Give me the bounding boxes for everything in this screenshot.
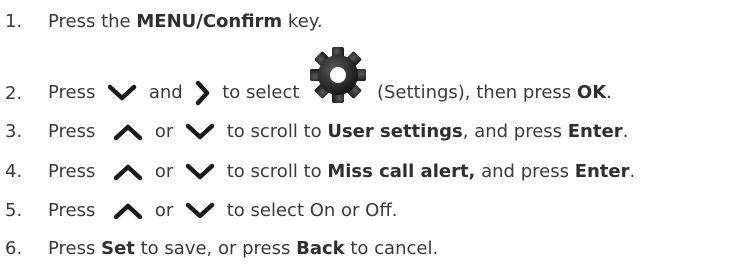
text-run: (Settings), then press — [376, 82, 577, 103]
text-run: to scroll to — [226, 160, 328, 182]
text-run: and press — [475, 160, 575, 182]
text-run: , and press — [462, 120, 568, 142]
text-run: or — [154, 120, 174, 142]
text-run: to select — [222, 82, 300, 103]
text-run: to cancel. — [344, 237, 439, 259]
enter-key-label: Enter — [574, 160, 630, 182]
step-text: Press the MENU/Confirm key. — [48, 11, 323, 32]
user-settings-label: User settings — [327, 120, 463, 142]
text-run: to save, or press — [134, 237, 297, 259]
chevron-up-icon — [113, 162, 143, 182]
step-number: 3. — [5, 120, 23, 142]
step-2: 2. Press and to select (Settings), then … — [0, 47, 730, 110]
step-1: 1. Press the MENU/Confirm key. — [0, 4, 730, 38]
step-text: Press Set to save, or press Back to canc… — [48, 238, 438, 259]
step-text: Press or to select On or Off. — [48, 200, 397, 221]
text-run: . — [606, 82, 612, 103]
step-number: 5. — [5, 199, 23, 221]
text-run: key. — [282, 10, 323, 32]
back-key-label: Back — [296, 237, 345, 259]
chevron-up-icon — [113, 201, 143, 221]
step-text: Press and to select (Settings), then pre… — [48, 47, 612, 110]
menu-confirm-key-label: MENU/Confirm — [136, 10, 283, 32]
step-4: 4. Press or to scroll to Miss call alert… — [0, 154, 730, 188]
miss-call-alert-label: Miss call alert, — [327, 160, 476, 182]
text-run: Press — [48, 82, 96, 103]
set-key-label: Set — [101, 237, 135, 259]
text-run: . — [622, 120, 629, 142]
step-text: Press or to scroll to Miss call alert, a… — [48, 161, 635, 182]
text-run: Press — [48, 237, 102, 259]
step-number: 2. — [5, 82, 23, 104]
step-number: 6. — [5, 237, 23, 259]
text-run: Press the — [48, 10, 137, 32]
chevron-down-icon — [185, 201, 215, 221]
text-run: . — [629, 160, 636, 182]
text-run: Press — [48, 199, 96, 221]
ok-key-label: OK — [576, 82, 607, 103]
chevron-down-icon — [107, 83, 137, 103]
step-text: Press or to scroll to User settings, and… — [48, 121, 628, 142]
text-run: or — [154, 160, 174, 182]
text-run: to select On or Off. — [226, 199, 398, 221]
chevron-right-icon — [194, 80, 210, 106]
chevron-up-icon — [113, 122, 143, 142]
text-run: or — [154, 199, 174, 221]
chevron-down-icon — [185, 162, 215, 182]
text-run: to scroll to — [226, 120, 328, 142]
step-number: 1. — [5, 10, 23, 32]
settings-gear-icon — [305, 47, 371, 110]
enter-key-label: Enter — [567, 120, 623, 142]
text-run: and — [148, 82, 183, 103]
chevron-down-icon — [185, 122, 215, 142]
text-run: Press — [48, 160, 96, 182]
step-6: 6. Press Set to save, or press Back to c… — [0, 231, 730, 265]
step-5: 5. Press or to select On or Off. — [0, 193, 730, 227]
step-3: 3. Press or to scroll to User settings, … — [0, 114, 730, 148]
step-number: 4. — [5, 160, 23, 182]
text-run: Press — [48, 120, 96, 142]
